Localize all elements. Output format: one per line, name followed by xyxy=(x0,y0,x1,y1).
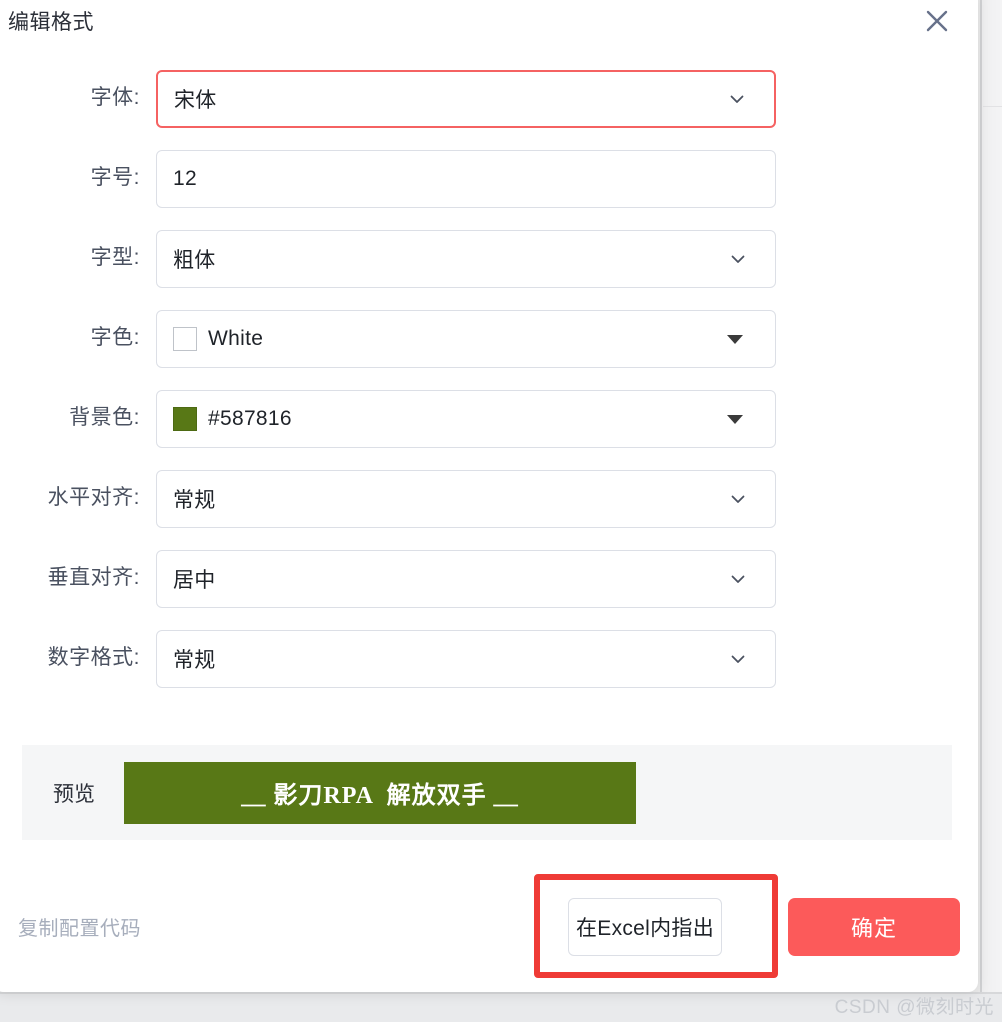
window-right-edge xyxy=(980,0,1002,992)
field-label: 背景色: xyxy=(69,406,140,429)
dialog-footer: 复制配置代码 在Excel内指出 确定 xyxy=(0,872,978,984)
preview-sample-box: ＿ 影刀RPA 解放双手 ＿ xyxy=(124,761,636,824)
form-row-number-format: 数字格式: 常规 xyxy=(0,630,978,710)
font-color-select[interactable]: White xyxy=(156,310,776,368)
preview-sample-text: ＿ 影刀RPA 解放双手 ＿ xyxy=(241,783,519,809)
caret-down-icon xyxy=(727,414,743,424)
form-row-font-style: 字型: 粗体 xyxy=(0,230,978,310)
chevron-down-icon xyxy=(731,495,745,503)
field-label: 水平对齐: xyxy=(47,486,140,509)
field-label: 字型: xyxy=(90,246,140,269)
vertical-align-select[interactable]: 居中 xyxy=(156,550,776,608)
page-title: 编辑格式 xyxy=(8,11,94,34)
chevron-down-icon xyxy=(731,575,745,583)
field-value: 宋体 xyxy=(174,89,217,112)
field-value: White xyxy=(208,327,264,350)
field-value: 常规 xyxy=(173,489,216,512)
edit-format-dialog: 编辑格式 字体: 宋体 字号: 12 字型: 粗体 字色: White 背景色:… xyxy=(0,0,978,992)
field-value: 居中 xyxy=(173,569,216,592)
field-label: 数字格式: xyxy=(47,646,140,669)
background-color-select[interactable]: #587816 xyxy=(156,390,776,448)
chevron-down-icon xyxy=(731,255,745,263)
color-swatch-icon xyxy=(173,407,197,431)
form-row-horizontal-align: 水平对齐: 常规 xyxy=(0,470,978,550)
point-in-excel-button[interactable]: 在Excel内指出 xyxy=(568,898,722,956)
horizontal-align-select[interactable]: 常规 xyxy=(156,470,776,528)
number-format-select[interactable]: 常规 xyxy=(156,630,776,688)
font-style-select[interactable]: 粗体 xyxy=(156,230,776,288)
field-label: 垂直对齐: xyxy=(47,566,140,589)
field-value: 粗体 xyxy=(173,249,216,272)
field-label: 字色: xyxy=(90,326,140,349)
preview-label: 预览 xyxy=(53,782,95,806)
field-value: #587816 xyxy=(208,407,292,430)
form-row-vertical-align: 垂直对齐: 居中 xyxy=(0,550,978,630)
font-family-select[interactable]: 宋体 xyxy=(156,70,776,128)
watermark: CSDN @微刻时光 xyxy=(834,997,994,1018)
color-swatch-icon xyxy=(173,327,197,351)
chevron-down-icon xyxy=(731,655,745,663)
font-size-input[interactable]: 12 xyxy=(156,150,776,208)
format-form: 字体: 宋体 字号: 12 字型: 粗体 字色: White 背景色: #587… xyxy=(0,70,978,710)
chevron-down-icon xyxy=(730,95,744,103)
field-value: 常规 xyxy=(173,649,216,672)
field-label: 字体: xyxy=(90,86,140,109)
field-label: 字号: xyxy=(90,166,140,189)
caret-down-icon xyxy=(727,334,743,344)
form-row-font-family: 字体: 宋体 xyxy=(0,70,978,150)
confirm-button[interactable]: 确定 xyxy=(788,898,960,956)
form-row-font-color: 字色: White xyxy=(0,310,978,390)
preview-panel: 预览 ＿ 影刀RPA 解放双手 ＿ xyxy=(22,745,952,840)
form-row-background-color: 背景色: #587816 xyxy=(0,390,978,470)
form-row-font-size: 字号: 12 xyxy=(0,150,978,230)
edge-divider xyxy=(983,106,1002,107)
field-value: 12 xyxy=(173,167,197,190)
close-icon[interactable] xyxy=(920,4,954,38)
copy-config-code-link[interactable]: 复制配置代码 xyxy=(18,912,141,941)
